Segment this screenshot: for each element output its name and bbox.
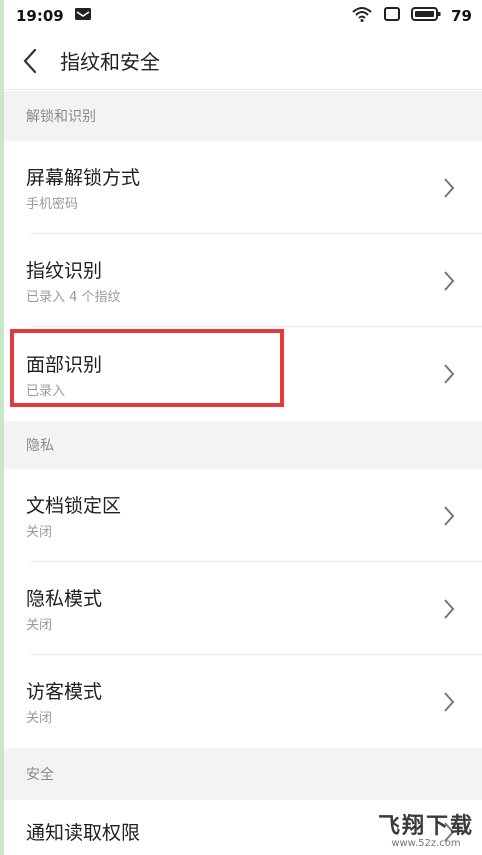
status-bar: 19:09 79 (4, 0, 482, 32)
chevron-right-icon (444, 364, 455, 384)
watermark-main: 飞翔下载 (377, 814, 474, 839)
wifi-icon (351, 6, 373, 26)
row-title: 屏幕解锁方式 (26, 167, 141, 189)
settings-row-fingerprint[interactable]: 指纹识别 已录入 4 个指纹 (4, 234, 482, 327)
settings-row-guest-mode[interactable]: 访客模式 关闭 (4, 655, 482, 748)
chevron-right-icon (444, 506, 455, 526)
status-time: 19:09 (16, 7, 64, 25)
back-arrow-icon[interactable] (22, 48, 38, 74)
top-app-bar: 指纹和安全 (4, 32, 482, 90)
chevron-right-icon (444, 178, 455, 198)
settings-row-screen-unlock[interactable]: 屏幕解锁方式 手机密码 (4, 141, 482, 234)
row-subtitle: 已录入 4 个指纹 (26, 290, 121, 305)
watermark-sub: www.52z.com (391, 838, 461, 849)
row-subtitle: 已录入 (26, 384, 66, 399)
row-subtitle: 手机密码 (26, 197, 79, 212)
page-title: 指纹和安全 (60, 50, 160, 74)
screen-icon (383, 6, 401, 26)
watermark: 飞翔下载 www.52z.com (378, 808, 474, 849)
row-title: 隐私模式 (26, 588, 103, 610)
chevron-right-icon (444, 599, 455, 619)
section-title: 安全 (26, 767, 54, 783)
battery-icon (411, 6, 441, 26)
section-header-privacy: 隐私 (4, 421, 482, 469)
chevron-right-icon (444, 692, 455, 712)
settings-row-face-recognition[interactable]: 面部识别 已录入 (4, 327, 482, 421)
message-notification-icon (74, 7, 92, 25)
row-title: 通知读取权限 (26, 822, 141, 844)
row-title: 指纹识别 (26, 260, 103, 282)
section-header-unlock: 解锁和识别 (4, 91, 482, 141)
section-title: 隐私 (26, 438, 54, 454)
section-title: 解锁和识别 (26, 109, 96, 125)
settings-row-privacy-mode[interactable]: 隐私模式 关闭 (4, 562, 482, 655)
row-subtitle: 关闭 (26, 711, 53, 726)
row-subtitle: 关闭 (26, 525, 53, 540)
settings-row-document-lock[interactable]: 文档锁定区 关闭 (4, 469, 482, 562)
row-title: 文档锁定区 (26, 495, 122, 517)
chevron-right-icon (444, 271, 455, 291)
row-title: 面部识别 (26, 354, 103, 376)
row-subtitle: 关闭 (26, 618, 53, 633)
row-title: 访客模式 (26, 681, 103, 703)
section-header-security: 安全 (4, 748, 482, 800)
battery-level: 79 (451, 7, 472, 25)
